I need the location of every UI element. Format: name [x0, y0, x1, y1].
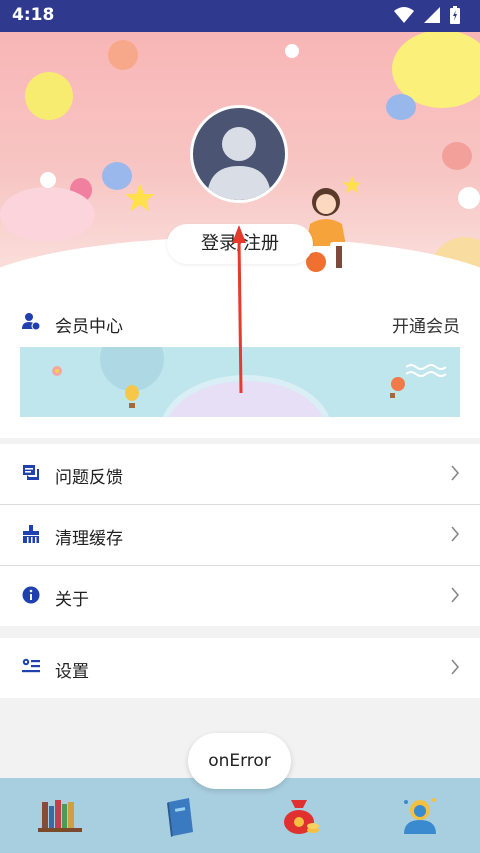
menu-item-label: 清理缓存: [55, 529, 123, 549]
open-membership-link[interactable]: 开通会员: [392, 312, 460, 337]
balloon-decoration: [285, 44, 299, 58]
member-center-title: 会员中心: [55, 317, 123, 337]
balloon-decoration: [40, 172, 56, 188]
info-icon: [22, 586, 40, 608]
menu-item-clear-cache[interactable]: 清理缓存: [0, 505, 480, 566]
nav-item-bookshelf[interactable]: [0, 778, 120, 853]
money-bag-icon: [284, 800, 319, 834]
menu-item-label: 问题反馈: [55, 468, 123, 488]
menu-item-about[interactable]: 关于: [0, 566, 480, 626]
menu-group-settings: 设置: [0, 638, 480, 698]
member-icon: [22, 312, 41, 334]
chevron-right-icon: [450, 465, 460, 485]
broom-icon: [22, 525, 40, 547]
menu-item-feedback[interactable]: 问题反馈: [0, 444, 480, 505]
menu-item-settings[interactable]: 设置: [0, 638, 480, 698]
avatar[interactable]: [190, 105, 288, 203]
default-avatar-icon: [207, 127, 271, 200]
bookshelf-icon: [38, 800, 82, 832]
chevron-right-icon: [450, 587, 460, 607]
signal-icon: [424, 7, 440, 27]
wave-lines-decoration: [405, 363, 448, 383]
status-bar: 4:18: [0, 0, 480, 32]
balloon-decoration: [386, 94, 416, 120]
chevron-right-icon: [450, 659, 460, 679]
menu-group-main: 问题反馈 清理缓存 关于: [0, 444, 480, 626]
nav-item-profile[interactable]: [360, 778, 480, 853]
battery-icon: [450, 6, 460, 28]
hot-air-balloon-icon: [388, 377, 406, 403]
balloon-decoration: [0, 187, 95, 242]
star-decoration: [124, 182, 156, 218]
feedback-icon: [22, 464, 40, 486]
bottom-nav: [0, 778, 480, 853]
error-toast: onError: [188, 733, 291, 789]
book-icon: [167, 798, 193, 837]
nav-item-rewards[interactable]: [240, 778, 360, 853]
status-time: 4:18: [12, 5, 55, 25]
status-icons: [394, 6, 460, 28]
menu-item-label: 关于: [55, 590, 89, 610]
flower-decoration: [48, 363, 66, 382]
balloon-decoration: [458, 187, 480, 209]
nav-item-book[interactable]: [120, 778, 240, 853]
menu-item-label: 设置: [55, 662, 89, 682]
annotation-arrow: [232, 225, 246, 394]
chevron-right-icon: [450, 526, 460, 546]
balloon-decoration: [108, 40, 138, 70]
settings-list-icon: [22, 658, 40, 678]
hot-air-balloon-icon: [124, 385, 140, 413]
balloon-decoration: [442, 142, 472, 170]
balloon-decoration: [25, 72, 73, 120]
wifi-icon: [394, 7, 414, 27]
user-icon: [404, 798, 436, 834]
